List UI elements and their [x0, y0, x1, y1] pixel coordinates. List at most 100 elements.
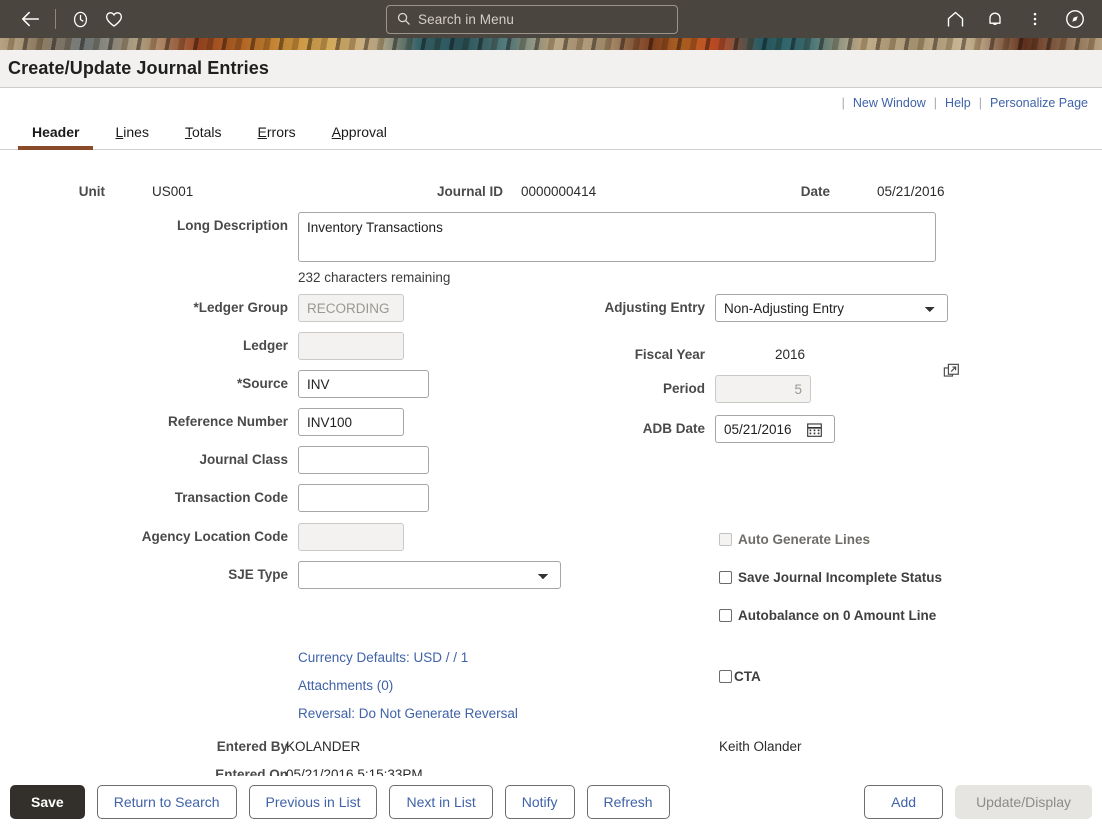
ledger-label: Ledger: [242, 338, 288, 353]
page-tabs: Header Lines Totals Errors Approval: [0, 116, 1102, 150]
agency-location-code-label: Agency Location Code: [141, 529, 288, 544]
adb-date-label: ADB Date: [642, 421, 705, 436]
add-button[interactable]: Add: [864, 785, 944, 819]
transaction-code-lookup-field[interactable]: [298, 484, 429, 512]
journal-class-lookup-field[interactable]: [298, 446, 429, 474]
ledger-group-label: *Ledger Group: [193, 300, 288, 315]
unit-label: Unit: [78, 184, 105, 199]
journal-id-label: Journal ID: [436, 184, 503, 199]
long-description-label: Long Description: [177, 218, 288, 233]
tab-lines-label: ines: [123, 124, 149, 140]
save-button[interactable]: Save: [10, 785, 85, 819]
navbar-right-icons: [938, 0, 1092, 38]
ledger-group-input: [298, 294, 404, 322]
journal-class-label: Journal Class: [199, 452, 288, 467]
reversal-link[interactable]: Reversal: Do Not Generate Reversal: [298, 706, 518, 721]
tab-totals[interactable]: Totals: [167, 124, 240, 149]
date-label: Date: [800, 184, 830, 199]
adjusting-entry-select[interactable]: Non-Adjusting Entry: [715, 294, 948, 322]
home-icon[interactable]: [938, 2, 972, 36]
entered-by-full-name: Keith Olander: [719, 739, 802, 754]
auto-generate-lines-checkbox-row[interactable]: Auto Generate Lines: [719, 532, 870, 547]
navbar-left-icons: [14, 2, 131, 36]
tab-header[interactable]: Header: [14, 124, 97, 150]
cta-checkbox[interactable]: [719, 670, 732, 683]
action-button-bar: Save Return to Search Previous in List N…: [0, 776, 1102, 828]
tab-totals-accesskey: T: [184, 124, 192, 140]
update-display-button: Update/Display: [955, 785, 1092, 819]
fiscal-year-value: 2016: [774, 347, 805, 362]
next-in-list-button[interactable]: Next in List: [389, 785, 493, 819]
adb-date-input[interactable]: [716, 416, 800, 442]
previous-in-list-button[interactable]: Previous in List: [248, 785, 378, 819]
tab-approval[interactable]: Approval: [314, 124, 405, 149]
long-description-textarea[interactable]: Inventory Transactions: [298, 212, 936, 262]
refresh-button[interactable]: Refresh: [586, 785, 670, 819]
autobalance-on-0-amount-line-checkbox-row[interactable]: Autobalance on 0 Amount Line: [719, 608, 936, 623]
tab-header-label: Header: [32, 124, 80, 140]
agency-location-code-input: [298, 523, 404, 551]
search-in-menu-box[interactable]: Search in Menu: [386, 5, 678, 34]
characters-remaining-text: 232 characters remaining: [298, 270, 451, 285]
reference-number-input[interactable]: [298, 408, 404, 436]
recent-clock-icon[interactable]: [63, 2, 97, 36]
navbar-compass-icon[interactable]: [1058, 2, 1092, 36]
return-to-search-button[interactable]: Return to Search: [96, 785, 237, 819]
journal-id-value: 0000000414: [521, 184, 597, 199]
journal-header-form: Unit US001 Journal ID 0000000414 Date 05…: [0, 150, 1102, 810]
autobalance-on-0-amount-line-checkbox[interactable]: [719, 609, 732, 622]
reference-number-label: Reference Number: [167, 414, 288, 429]
tab-errors-accesskey: E: [257, 124, 267, 140]
utility-links: | New Window | Help | Personalize Page: [0, 90, 1102, 116]
tab-approval-label: pproval: [341, 124, 387, 140]
open-in-new-window-icon[interactable]: [943, 363, 961, 381]
tab-errors[interactable]: Errors: [240, 124, 314, 149]
tab-totals-label: otals: [191, 124, 222, 140]
attachments-link[interactable]: Attachments (0): [298, 678, 393, 693]
search-input-placeholder: Search in Menu: [418, 12, 514, 27]
page-title: Create/Update Journal Entries: [8, 58, 269, 78]
sje-type-label: SJE Type: [228, 567, 288, 582]
calendar-icon[interactable]: [800, 421, 828, 438]
decorative-banner-strip: [0, 38, 1102, 50]
save-journal-incomplete-status-checkbox[interactable]: [719, 571, 732, 584]
entered-by-value: KOLANDER: [286, 739, 361, 754]
date-value: 05/21/2016: [877, 184, 945, 199]
currency-defaults-link[interactable]: Currency Defaults: USD / / 1: [298, 650, 468, 665]
period-label: Period: [662, 381, 705, 396]
help-link[interactable]: Help: [937, 96, 979, 110]
cta-label: CTA: [734, 669, 761, 684]
transaction-code-label: Transaction Code: [174, 490, 288, 505]
tab-lines[interactable]: Lines: [97, 124, 166, 149]
transaction-code-input[interactable]: [299, 485, 428, 511]
save-journal-incomplete-status-label: Save Journal Incomplete Status: [738, 570, 943, 585]
favorites-heart-icon[interactable]: [97, 2, 131, 36]
new-window-link[interactable]: New Window: [845, 96, 934, 110]
sje-type-select[interactable]: [298, 561, 561, 589]
personalize-page-link[interactable]: Personalize Page: [982, 96, 1096, 110]
right-button-group: Add Update/Display: [864, 785, 1092, 819]
tab-errors-label: rrors: [266, 124, 296, 140]
adjusting-entry-label: Adjusting Entry: [604, 300, 706, 315]
notify-button[interactable]: Notify: [504, 785, 575, 819]
cta-checkbox-row[interactable]: CTA: [719, 669, 761, 684]
source-label: *Source: [236, 376, 288, 391]
actions-kebab-icon[interactable]: [1018, 2, 1052, 36]
back-arrow-icon[interactable]: [14, 2, 48, 36]
top-navbar: Search in Menu: [0, 0, 1102, 38]
unit-value: US001: [152, 184, 194, 199]
adb-date-field[interactable]: [715, 415, 835, 443]
notifications-bell-icon[interactable]: [978, 2, 1012, 36]
source-input[interactable]: [299, 371, 428, 397]
search-icon: [396, 11, 411, 29]
navbar-divider: [55, 9, 56, 29]
tab-approval-accesskey: A: [331, 124, 341, 140]
save-journal-incomplete-status-checkbox-row[interactable]: Save Journal Incomplete Status: [719, 570, 942, 585]
source-lookup-field[interactable]: [298, 370, 429, 398]
auto-generate-lines-checkbox: [719, 533, 732, 546]
fiscal-year-label: Fiscal Year: [634, 347, 705, 362]
journal-class-input[interactable]: [299, 447, 428, 473]
period-input: [715, 375, 811, 403]
ledger-input: [298, 332, 404, 360]
entered-by-label: Entered By: [216, 739, 288, 754]
